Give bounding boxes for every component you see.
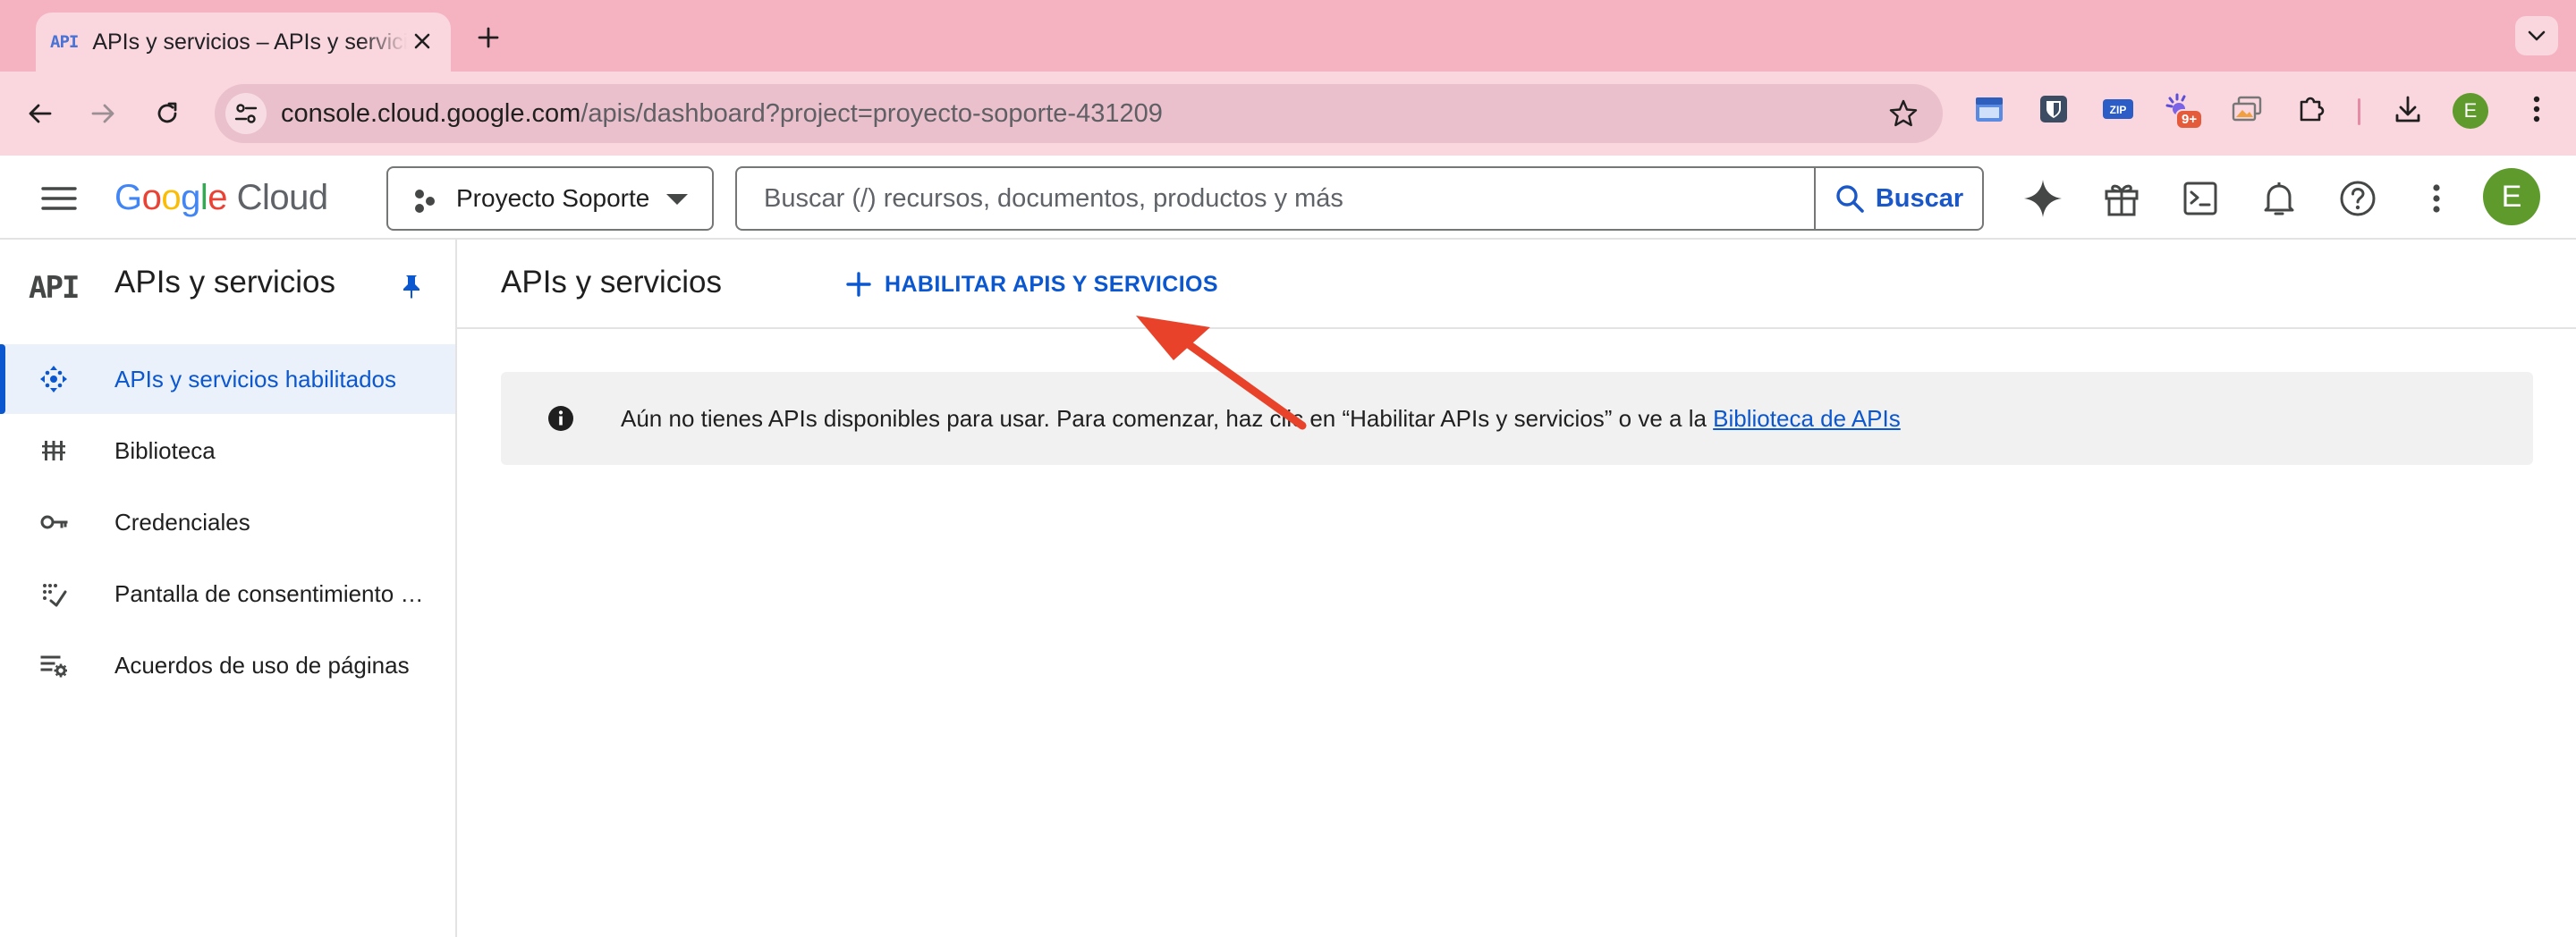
back-arrow-icon[interactable]	[18, 91, 63, 136]
main-header: APIs y servicios HABILITAR APIS Y SERVIC…	[457, 240, 2576, 329]
address-bar[interactable]: console.cloud.google.com/apis/dashboard?…	[215, 84, 1943, 143]
search-button[interactable]: Buscar	[1814, 168, 1982, 229]
search-bar: Buscar	[735, 166, 1984, 231]
tab-search-chevron-down-icon[interactable]	[2515, 16, 2558, 55]
gemini-sparkle-icon[interactable]	[2021, 177, 2064, 220]
logo-cloud: Cloud	[236, 178, 329, 217]
banner-text: Aún no tienes APIs disponibles para usar…	[621, 405, 1714, 432]
sidebar: API APIs y servicios APIs y servicios ha…	[0, 240, 457, 937]
sidebar-item-credenciales[interactable]: Credenciales	[0, 487, 455, 557]
notification-ext-icon[interactable]: 9+	[2165, 91, 2204, 130]
sidebar-item-pantalla-consentimiento[interactable]: Pantalla de consentimiento de OAuth	[0, 559, 455, 629]
page-usage-agreements-icon	[40, 655, 67, 678]
close-tab-icon[interactable]	[406, 25, 438, 57]
url-path: /apis/dashboard?project=proyecto-soporte…	[580, 99, 1163, 128]
sidebar-item-acuerdos-uso[interactable]: Acuerdos de uso de páginas	[0, 630, 455, 700]
sidebar-header: API APIs y servicios	[0, 240, 455, 329]
sidebar-item-label: Biblioteca	[114, 437, 216, 464]
search-input[interactable]	[764, 168, 1792, 229]
sidebar-item-apis-habilitados[interactable]: APIs y servicios habilitados	[0, 344, 455, 414]
project-picker-button[interactable]: Proyecto Soporte	[386, 166, 714, 231]
help-question-icon[interactable]	[2336, 177, 2379, 220]
puzzle-icon[interactable]	[2293, 91, 2329, 127]
hamburger-menu-icon[interactable]	[39, 179, 79, 218]
url-text[interactable]: console.cloud.google.com/apis/dashboard?…	[281, 84, 1163, 143]
calendar-ext-icon[interactable]	[1971, 91, 2007, 127]
search-icon	[1836, 185, 1864, 213]
console-header: Google Cloud Proyecto Soporte Buscar E	[0, 156, 2576, 240]
url-host: console.cloud.google.com	[281, 99, 581, 128]
sidebar-item-label: APIs y servicios habilitados	[114, 366, 397, 393]
bookmark-star-icon[interactable]	[1887, 97, 1919, 130]
banner-message: Aún no tienes APIs disponibles para usar…	[621, 372, 1901, 465]
bitwarden-shield-icon[interactable]	[2036, 91, 2072, 127]
browser-tab-active[interactable]: API APIs y servicios – APIs y servicios	[36, 13, 451, 72]
sidebar-item-biblioteca[interactable]: Biblioteca	[0, 416, 455, 485]
caret-down-icon	[666, 194, 688, 205]
project-name: Proyecto Soporte	[456, 184, 650, 212]
browser-tabstrip: API APIs y servicios – APIs y servicios	[0, 0, 2576, 72]
consent-screen-icon	[43, 584, 67, 607]
screenshot-ext-icon[interactable]	[2229, 91, 2265, 127]
browser-profile-avatar[interactable]: E	[2453, 93, 2488, 129]
sidebar-item-label: Credenciales	[114, 509, 250, 536]
toolbar-divider	[2358, 98, 2360, 125]
sidebar-item-label: Pantalla de consentimiento de OAuth	[114, 580, 428, 607]
page-title: APIs y servicios	[501, 265, 722, 300]
logo-google: Google	[114, 178, 228, 217]
zip-ext-icon[interactable]: ZIP	[2100, 91, 2136, 127]
forward-arrow-icon[interactable]	[80, 91, 125, 136]
cloud-shell-terminal-icon[interactable]	[2179, 177, 2222, 220]
search-button-label: Buscar	[1875, 183, 1964, 213]
download-icon[interactable]	[2390, 91, 2426, 127]
sidebar-item-label: Acuerdos de uso de páginas	[114, 652, 410, 679]
key-icon	[40, 515, 68, 529]
api-library-link[interactable]: Biblioteca de APIs	[1713, 405, 1901, 432]
new-tab-plus-icon[interactable]	[469, 18, 508, 57]
notifications-bell-icon[interactable]	[2258, 177, 2301, 220]
main-content: APIs y servicios HABILITAR APIS Y SERVIC…	[457, 240, 2576, 937]
api-favicon-icon: API	[50, 32, 79, 52]
info-icon	[548, 406, 573, 431]
api-logo-icon: API	[29, 270, 80, 306]
plus-icon	[846, 272, 871, 297]
apis-services-icon	[40, 366, 67, 393]
project-hexagon-icon	[415, 190, 435, 213]
gift-icon[interactable]	[2100, 177, 2143, 220]
browser-menu-kebab-icon[interactable]	[2519, 91, 2555, 127]
svg-text:ZIP: ZIP	[2110, 104, 2127, 116]
reload-icon[interactable]	[145, 91, 190, 136]
pin-icon[interactable]	[397, 272, 426, 300]
more-options-kebab-icon[interactable]	[2415, 177, 2458, 220]
google-cloud-logo[interactable]: Google Cloud	[114, 173, 328, 222]
site-settings-tune-icon[interactable]	[225, 93, 267, 134]
empty-state-banner: Aún no tienes APIs disponibles para usar…	[501, 372, 2533, 465]
account-avatar[interactable]: E	[2483, 168, 2540, 225]
tab-title: APIs y servicios – APIs y servicios	[92, 29, 408, 55]
enable-apis-label: HABILITAR APIS Y SERVICIOS	[885, 271, 1218, 297]
enable-apis-button[interactable]: HABILITAR APIS Y SERVICIOS	[833, 259, 1231, 309]
sidebar-title: APIs y servicios	[114, 265, 335, 300]
extension-badge: 9+	[2175, 109, 2204, 130]
library-icon	[42, 441, 65, 460]
